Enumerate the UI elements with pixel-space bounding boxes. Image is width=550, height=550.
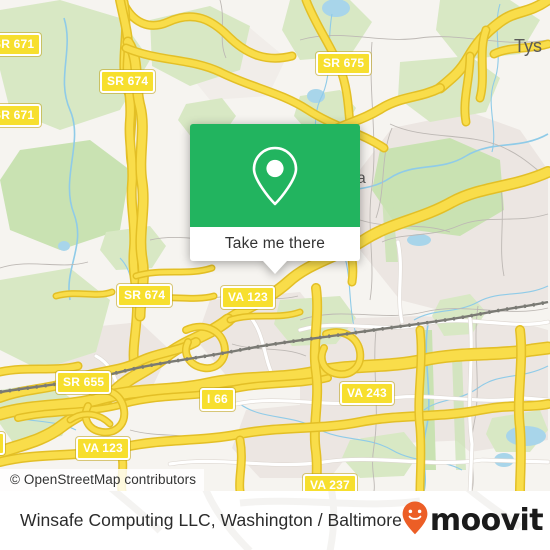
place-label-tysons: Tys <box>514 36 543 56</box>
popup-image-area <box>190 124 360 227</box>
take-me-there-button[interactable]: Take me there <box>225 235 325 253</box>
road-shield: VA 237 <box>303 474 357 491</box>
moovit-logo[interactable]: moovit <box>402 501 544 540</box>
road-shield: SR 675 <box>316 52 372 75</box>
road-shield: SR 655 <box>56 371 112 394</box>
moovit-location-card: .land{fill:#f6f4f0} .resid{fill:#ece6e2}… <box>0 0 550 550</box>
popup-pointer <box>263 261 287 274</box>
road-shield: VA 123 <box>221 286 275 309</box>
map-attribution[interactable]: © OpenStreetMap contributors <box>0 469 205 491</box>
location-popup-card[interactable]: Take me there <box>190 124 360 274</box>
road-shield: 6 <box>0 432 5 455</box>
road-shield: SR 674 <box>117 284 173 307</box>
place-title: Winsafe Computing LLC, Washington / Balt… <box>20 510 402 530</box>
popup-footer: Take me there <box>190 227 360 274</box>
road-shield: SR 671 <box>0 104 42 127</box>
footer-bar: Winsafe Computing LLC, Washington / Balt… <box>0 491 550 550</box>
road-shield: VA 243 <box>340 382 394 405</box>
road-shield: SR 671 <box>0 33 42 56</box>
road-shield: I 66 <box>200 388 235 411</box>
road-shield: VA 123 <box>76 437 130 460</box>
moovit-smiley-pin-icon <box>402 501 428 540</box>
map-pin-icon <box>249 144 301 208</box>
map-viewport[interactable]: .land{fill:#f6f4f0} .resid{fill:#ece6e2}… <box>0 0 550 491</box>
moovit-wordmark: moovit <box>429 502 544 538</box>
road-shield: SR 674 <box>100 70 156 93</box>
